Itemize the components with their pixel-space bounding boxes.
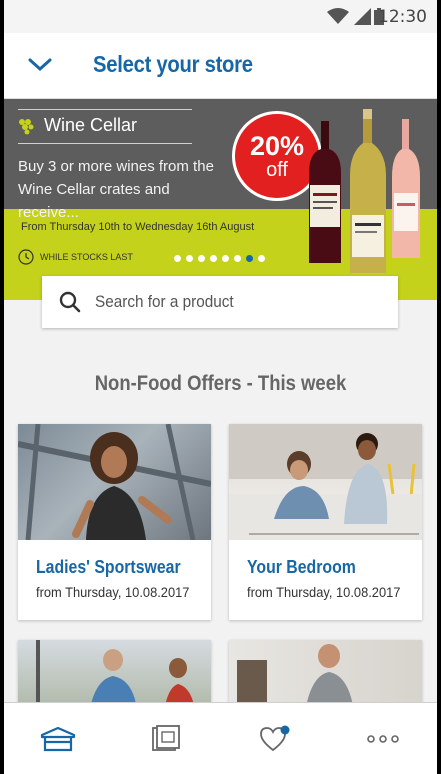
carousel-dot[interactable] <box>246 255 253 262</box>
carousel-dot[interactable] <box>210 255 217 262</box>
nav-leaflet[interactable] <box>112 703 220 774</box>
select-store-title[interactable]: Select your store <box>93 51 253 78</box>
wifi-icon <box>327 8 349 24</box>
offer-date: from Thursday, 10.08.2017 <box>247 584 401 600</box>
notification-dot <box>280 725 290 734</box>
app-screen: 12:30 Select your store Wine Cellar Buy … <box>4 0 437 774</box>
bottom-navigation <box>4 702 437 774</box>
carousel-dot[interactable] <box>186 255 193 262</box>
leaflet-icon <box>152 724 181 751</box>
offer-date: from Thursday, 10.08.2017 <box>36 584 190 600</box>
signal-icon <box>354 8 371 25</box>
offer-title: Ladies' Sportswear <box>36 557 181 577</box>
status-time: 12:30 <box>378 7 427 27</box>
search-icon <box>59 291 81 313</box>
banner-divider <box>18 109 192 110</box>
wine-bottles-image <box>309 109 420 273</box>
wine-cellar-brand: Wine Cellar <box>18 115 137 136</box>
chevron-down-icon[interactable] <box>28 55 52 75</box>
heart-icon <box>259 725 290 751</box>
search-bar[interactable]: Search for a product <box>42 276 398 328</box>
bedroom-image <box>229 424 422 540</box>
offer-title: Your Bedroom <box>247 557 356 577</box>
sportswear-image <box>18 424 211 540</box>
carousel-dot[interactable] <box>174 255 181 262</box>
nav-more[interactable] <box>329 703 437 774</box>
promo-text: Buy 3 or more wines from the Wine Cellar… <box>18 155 218 224</box>
carousel-indicator[interactable] <box>174 255 265 262</box>
nav-store[interactable] <box>4 703 112 774</box>
store-icon <box>41 726 76 751</box>
more-icon <box>367 734 399 743</box>
carousel-dot[interactable] <box>234 255 241 262</box>
section-title: Non-Food Offers - This week <box>94 372 347 395</box>
promo-line: Wine Cellar crates and receive... <box>18 181 170 221</box>
promo-dates: From Thursday 10th to Wednesday 16th Aug… <box>21 221 255 233</box>
carousel-dot[interactable] <box>198 255 205 262</box>
carousel-dot[interactable] <box>222 255 229 262</box>
banner-divider <box>18 143 192 144</box>
clock-icon <box>18 249 34 265</box>
stock-note-text: WHILE STOCKS LAST <box>40 252 133 262</box>
grapes-icon <box>19 118 34 134</box>
app-header: Select your store <box>4 33 437 99</box>
promo-banner[interactable]: Wine Cellar Buy 3 or more wines from the… <box>4 99 437 300</box>
offer-card[interactable]: Ladies' Sportswear from Thursday, 10.08.… <box>18 424 211 620</box>
nav-favourites[interactable] <box>221 703 329 774</box>
offer-card[interactable]: Your Bedroom from Thursday, 10.08.2017 <box>229 424 422 620</box>
status-bar: 12:30 <box>4 0 437 33</box>
carousel-dot[interactable] <box>258 255 265 262</box>
brand-name: Wine Cellar <box>44 115 138 135</box>
search-input[interactable]: Search for a product <box>95 292 234 312</box>
stock-note: WHILE STOCKS LAST <box>18 249 133 265</box>
promo-line: Buy 3 or more wines from the <box>18 158 214 175</box>
